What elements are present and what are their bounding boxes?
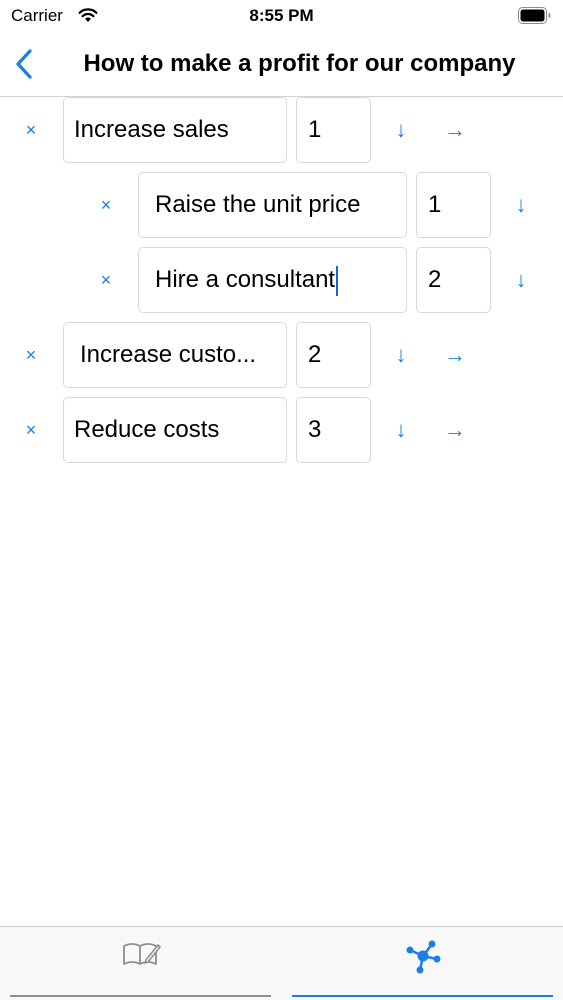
- text-cursor: [336, 265, 339, 296]
- item-number-field[interactable]: 1: [416, 172, 491, 238]
- item-text: Hire a consultant: [155, 266, 336, 293]
- tab-indicator: [10, 995, 271, 997]
- tab-network[interactable]: [282, 927, 563, 1000]
- delete-button[interactable]: ×: [91, 190, 121, 220]
- indent-button[interactable]: →: [440, 340, 470, 370]
- item-text-field[interactable]: Increase custo...: [63, 322, 287, 388]
- tab-book[interactable]: [0, 927, 281, 1000]
- status-bar: Carrier 8:55 PM: [0, 0, 563, 32]
- item-text-field[interactable]: Raise the unit price: [138, 172, 407, 238]
- delete-button[interactable]: ×: [16, 115, 46, 145]
- item-text-field[interactable]: Hire a consultant: [138, 247, 407, 313]
- item-number-field[interactable]: 2: [416, 247, 491, 313]
- item-text-field[interactable]: Increase sales: [63, 97, 287, 163]
- navigation-bar: How to make a profit for our company: [0, 32, 563, 97]
- list-item: × Reduce costs 3 ↓ →: [0, 397, 563, 463]
- move-down-button[interactable]: ↓: [506, 190, 536, 220]
- delete-button[interactable]: ×: [16, 415, 46, 445]
- list-item: × Increase sales 1 ↓ →: [0, 97, 563, 163]
- move-down-button[interactable]: ↓: [386, 115, 416, 145]
- battery-icon: [518, 7, 551, 24]
- indent-button[interactable]: →: [440, 415, 470, 445]
- item-number-field[interactable]: 2: [296, 322, 371, 388]
- list-item: × Raise the unit price 1 ↓: [0, 172, 563, 238]
- item-text-field[interactable]: Reduce costs: [63, 397, 287, 463]
- move-down-button[interactable]: ↓: [506, 265, 536, 295]
- move-down-button[interactable]: ↓: [386, 340, 416, 370]
- delete-button[interactable]: ×: [91, 265, 121, 295]
- move-down-button[interactable]: ↓: [386, 415, 416, 445]
- tab-indicator: [292, 995, 553, 997]
- item-number-field[interactable]: 3: [296, 397, 371, 463]
- page-title: How to make a profit for our company: [83, 50, 516, 77]
- indent-button[interactable]: →: [440, 115, 470, 145]
- tab-bar: [0, 926, 563, 1000]
- back-button[interactable]: [8, 46, 40, 82]
- network-graph-icon: [406, 940, 440, 974]
- book-edit-icon: [122, 943, 161, 965]
- chevron-left-icon: [16, 49, 32, 79]
- status-time: 8:55 PM: [249, 6, 314, 25]
- list-item: × Hire a consultant 2 ↓: [0, 247, 563, 313]
- item-number-field[interactable]: 1: [296, 97, 371, 163]
- list-item: × Increase custo... 2 ↓ →: [0, 322, 563, 388]
- delete-button[interactable]: ×: [16, 340, 46, 370]
